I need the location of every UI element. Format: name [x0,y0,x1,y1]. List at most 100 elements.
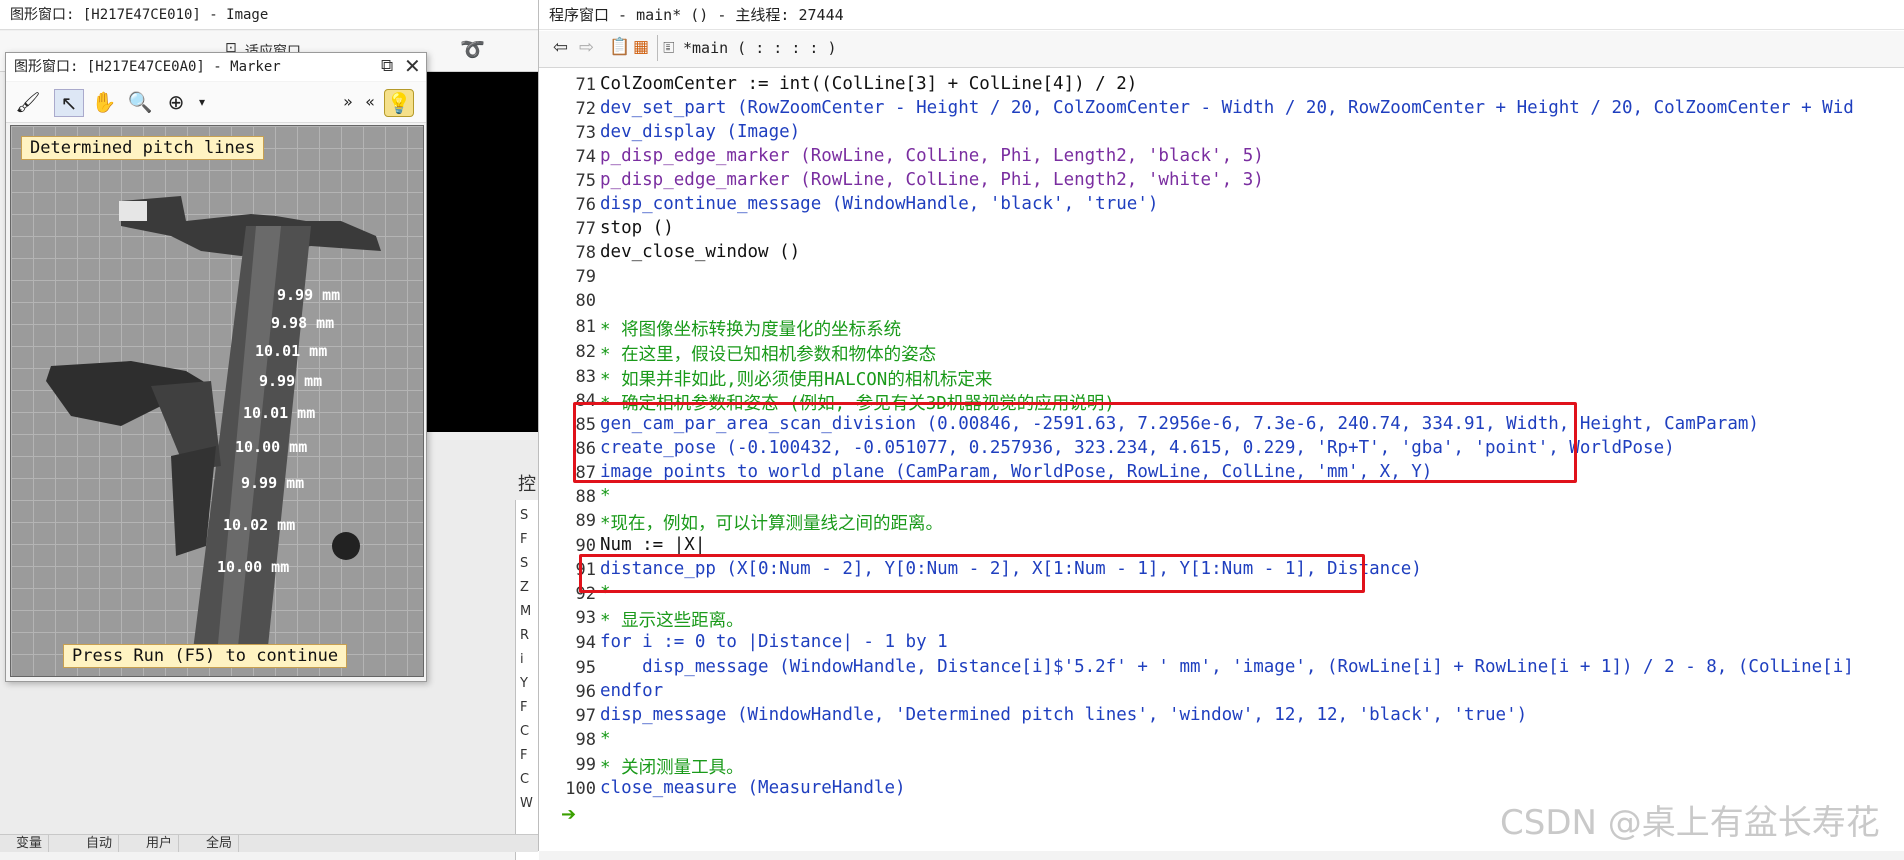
code-line[interactable]: stop () [600,218,674,238]
marker-window-title[interactable]: 图形窗口: [H217E47CE0A0] - Marker [6,53,426,81]
control-item[interactable]: F [520,700,527,715]
tab-variables[interactable]: 变量 [10,835,50,852]
measurement-label: 9.99 mm [241,474,305,492]
code-line[interactable]: * [600,486,611,506]
tab-global[interactable]: 全局 [200,835,240,852]
control-item[interactable]: Z [520,580,529,595]
line-number: 79 [575,267,596,287]
control-item[interactable]: F [520,748,527,763]
pan-hand-icon[interactable]: ✋ [90,89,118,115]
toolbar-divider [657,35,658,61]
control-item[interactable]: S [520,508,528,523]
code-line[interactable]: dev_close_window () [600,242,800,262]
lasso-icon[interactable]: ➰ [460,37,485,61]
code-line[interactable]: close_measure (MeasureHandle) [600,778,906,798]
procedure-icon[interactable]: 🗉 [663,37,675,64]
measurement-label: 10.02 mm [223,516,296,534]
code-line[interactable]: dev_set_part (RowZoomCenter - Height / 2… [600,98,1854,118]
line-number: 89 [575,511,596,531]
line-number: 95 [575,658,596,678]
line-number: 98 [575,730,596,750]
control-item[interactable]: C [520,724,529,739]
line-number: 100 [565,779,596,799]
code-line[interactable]: * 显示这些距离。 [600,607,744,632]
highlight-box-camera-setup [573,402,1577,483]
control-item[interactable]: C [520,772,529,787]
line-number: 77 [575,219,596,239]
code-line[interactable]: disp_message (WindowHandle, 'Determined … [600,705,1527,725]
variable-tabs: 变量 自动 用户 全局 [0,834,538,852]
back-arrow-icon[interactable]: ⇦ [553,37,568,58]
forward-arrow-icon[interactable]: ⇨ [579,37,594,58]
line-number: 99 [575,755,596,775]
control-item[interactable]: W [520,796,533,811]
restore-icon[interactable]: ⧉ [381,56,393,76]
measurement-label: 10.00 mm [235,438,308,456]
line-number: 81 [575,317,596,337]
code-line[interactable]: for i := 0 to |Distance| - 1 by 1 [600,632,948,652]
close-icon[interactable]: ✕ [404,54,421,78]
code-line[interactable]: * [600,729,611,749]
line-number: 90 [575,536,596,556]
control-item[interactable]: i [520,652,524,667]
tab-user[interactable]: 用户 [140,835,180,852]
program-window: 程序窗口 - main* () - 主线程: 27444 ⇦ ⇨ 📋 ▦ 🗉 *… [538,0,1904,851]
expand-left-icon[interactable]: « [356,89,384,115]
code-line[interactable]: ColZoomCenter := int((ColLine[3] + ColLi… [600,74,1137,94]
zoom-dropdown-icon[interactable]: ▾ [188,89,216,115]
watermark: CSDN @桌上有盆长寿花 [1500,803,1880,843]
program-counter-arrow-icon: ➔ [561,804,577,825]
marker-toolbar: 🖌 ↖ ✋ 🔍 ⊕ ▾ » « 💡 [6,82,426,123]
lightbulb-icon[interactable]: 💡 [384,89,414,117]
code-line[interactable]: p_disp_edge_marker (RowLine, ColLine, Ph… [600,146,1264,166]
line-number: 71 [575,75,596,95]
control-item[interactable]: R [520,628,529,643]
control-item[interactable]: S [520,556,528,571]
clipboard-icon[interactable]: 📋 [609,37,630,57]
code-line[interactable]: * 关闭测量工具。 [600,754,744,779]
line-number: 78 [575,243,596,263]
line-number: 72 [575,99,596,119]
line-number: 83 [575,367,596,387]
brush-icon[interactable]: 🖌 [14,89,42,115]
code-line[interactable]: *现在，例如，可以计算测量线之间的距离。 [600,510,943,535]
program-window-title: 程序窗口 - main* () - 主线程: 27444 [539,0,1904,30]
marker-window[interactable]: 图形窗口: [H217E47CE0A0] - Marker ⧉ ✕ 🖌 ↖ ✋ … [5,52,427,682]
control-item[interactable]: F [520,532,527,547]
grid-icon[interactable]: ▦ [633,37,649,57]
line-number: 75 [575,171,596,191]
code-line[interactable]: * 在这里，假设已知相机参数和物体的姿态 [600,341,936,366]
line-number: 96 [575,682,596,702]
zoom-in-icon[interactable]: ⊕ [162,89,190,115]
code-line[interactable]: endfor [600,681,663,701]
code-line[interactable]: * 如果并非如此,则必须使用HALCON的相机标定来 [600,366,992,391]
procedure-selector[interactable]: *main ( : : : : ) [683,39,837,57]
line-number: 73 [575,123,596,143]
code-line[interactable]: Num := |X| [600,535,705,555]
line-number: 94 [575,633,596,653]
control-item[interactable]: M [520,604,531,619]
marker-image-view[interactable]: Determined pitch lines 9.99 mm 9.98 mm 1… [10,125,424,677]
magnifier-icon[interactable]: 🔍 [126,89,154,115]
continue-prompt: Press Run (F5) to continue [63,644,348,668]
line-number: 93 [575,608,596,628]
control-variable-list[interactable]: S F S Z M R i Y F C F C W [515,500,539,860]
code-line[interactable]: * 将图像坐标转换为度量化的坐标系统 [600,316,901,341]
code-line[interactable]: p_disp_edge_marker (RowLine, ColLine, Ph… [600,170,1264,190]
line-number: 82 [575,342,596,362]
pointer-icon[interactable]: ↖ [54,89,84,117]
control-item[interactable]: Y [520,676,528,691]
measurement-label: 10.01 mm [243,404,316,422]
measurement-label: 10.00 mm [217,558,290,576]
line-number: 80 [575,291,596,311]
code-line[interactable]: disp_message (WindowHandle, Distance[i]$… [600,657,1854,677]
image-window-title: 图形窗口: [H217E47CE010] - Image [0,0,538,30]
tab-auto[interactable]: 自动 [80,835,120,852]
line-number: 74 [575,147,596,167]
image-canvas[interactable] [425,72,538,432]
code-line[interactable]: disp_continue_message (WindowHandle, 'bl… [600,194,1158,214]
measurement-label: 9.99 mm [259,372,323,390]
code-line[interactable]: dev_display (Image) [600,122,800,142]
highlight-box-distance [579,554,1365,593]
code-editor[interactable]: 71 ColZoomCenter := int((ColLine[3] + Co… [539,68,1904,851]
